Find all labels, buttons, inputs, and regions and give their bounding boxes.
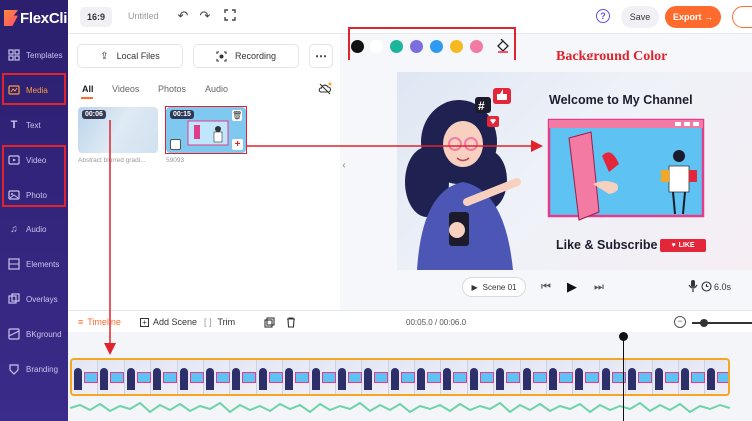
annotation-arrows <box>104 120 543 355</box>
